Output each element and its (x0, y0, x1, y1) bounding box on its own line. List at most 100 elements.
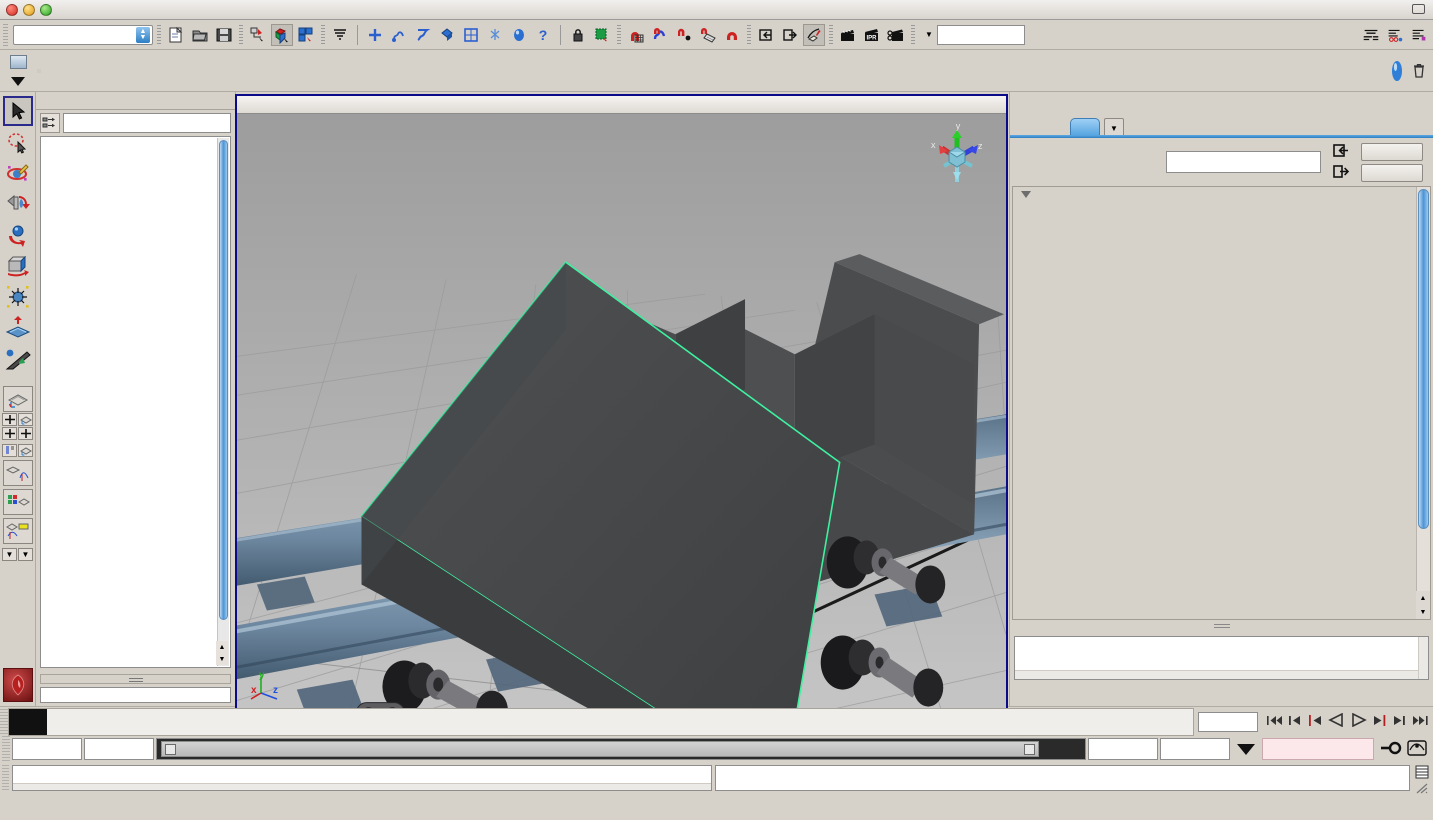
step-forward-frame-icon[interactable] (1372, 714, 1387, 730)
notes-horizontal-scrollbar[interactable] (1015, 670, 1418, 679)
layout-two-pane-side-button[interactable] (18, 427, 33, 440)
outliner-scroll-thumb[interactable] (219, 140, 228, 620)
range-bar[interactable] (156, 738, 1086, 760)
input-connection-icon[interactable] (1333, 143, 1349, 160)
statusline-grip[interactable] (3, 23, 8, 46)
command-output-field[interactable] (715, 765, 1410, 791)
construction-history-input-icon[interactable] (755, 24, 777, 46)
maya-paint-effects-logo[interactable] (2, 668, 33, 702)
universal-manipulator-tool[interactable] (3, 282, 33, 312)
mask-deformations-icon[interactable] (436, 24, 458, 46)
quick-selection-field[interactable] (936, 24, 1025, 45)
play-backwards-icon[interactable] (1328, 712, 1345, 730)
shelf-tab-icon[interactable] (9, 55, 27, 70)
view-axis-gizmo[interactable]: y x z (922, 118, 992, 190)
shelf-tab-controls[interactable] (3, 52, 33, 90)
construction-history-toggle-icon[interactable] (803, 23, 825, 46)
help-line-icon[interactable] (1415, 765, 1429, 782)
lasso-tool[interactable] (3, 127, 33, 157)
layout-single-perspective-button[interactable] (2, 386, 33, 412)
step-forward-key-icon[interactable] (1392, 714, 1407, 730)
outliner-scroll-arrows[interactable]: ▲ ▼ (216, 641, 228, 665)
last-tool-used[interactable] (3, 344, 33, 374)
toolbar-grip-3[interactable] (321, 24, 325, 45)
attribute-notes-splitter[interactable] (1010, 620, 1433, 629)
soft-modification-tool[interactable] (3, 313, 33, 343)
minimize-window-button[interactable] (23, 3, 35, 16)
outliner-splitter-handle[interactable] (40, 673, 231, 684)
range-start-field[interactable] (12, 738, 82, 760)
layout-persp-graph-button[interactable] (2, 460, 33, 486)
layout-preset-menu-right[interactable]: ▼ (18, 548, 33, 561)
selection-mask-dropdown[interactable]: ▼ (923, 30, 933, 39)
anim-start-field[interactable] (84, 738, 154, 760)
layout-two-pane-stacked-button[interactable] (2, 427, 17, 440)
go-to-end-icon[interactable] (1412, 714, 1429, 730)
outliner-filter-icon[interactable] (40, 113, 60, 133)
render-current-frame-icon[interactable] (837, 24, 859, 46)
delete-icon[interactable] (1408, 54, 1430, 88)
range-bar-handle[interactable] (161, 741, 1039, 757)
select-by-object-icon[interactable] (271, 23, 293, 46)
layout-preset-menu-left[interactable]: ▼ (2, 548, 17, 561)
notes-vertical-scrollbar[interactable] (1418, 637, 1428, 679)
toolbar-grip-1[interactable] (157, 24, 161, 45)
mask-rendering-icon[interactable] (484, 24, 506, 46)
select-by-component-icon[interactable] (295, 24, 317, 46)
lock-selection-icon[interactable] (567, 24, 589, 46)
shelf-menu-icon[interactable] (11, 76, 25, 86)
toolbar-grip-5[interactable] (747, 24, 751, 45)
mask-handles-icon[interactable] (364, 24, 386, 46)
layout-persp-view-button[interactable] (18, 444, 33, 457)
open-scene-icon[interactable] (189, 24, 211, 46)
outliner-scrollbar[interactable]: ▲ ▼ (216, 138, 229, 666)
move-tool[interactable] (3, 189, 33, 219)
command-input-scrollbar[interactable] (13, 783, 711, 790)
selection-mask-menu-icon[interactable] (329, 24, 351, 46)
mask-dynamics-icon[interactable] (460, 24, 482, 46)
attribute-scroll-arrows[interactable]: ▲ ▼ (1416, 591, 1430, 619)
select-by-hierarchy-icon[interactable] (247, 24, 269, 46)
highlight-selection-icon[interactable] (591, 24, 613, 46)
range-end-field[interactable] (1160, 738, 1230, 760)
select-tool[interactable] (2, 96, 33, 126)
paint-effects-brush-preview[interactable] (1386, 54, 1408, 88)
focus-button[interactable] (1361, 142, 1423, 161)
snap-to-view-planes-icon[interactable] (697, 24, 719, 46)
toolbar-grip-6[interactable] (829, 24, 833, 45)
layout-persp-outliner-button[interactable] (18, 413, 33, 426)
character-set-field[interactable] (1262, 738, 1374, 760)
attribute-editor-scrollbar[interactable]: ▲ ▼ (1416, 187, 1430, 619)
time-slider-track[interactable] (8, 707, 1194, 736)
construction-history-output-icon[interactable] (779, 24, 801, 46)
ipr-render-icon[interactable]: IPR (861, 24, 883, 46)
play-forwards-icon[interactable] (1350, 712, 1367, 730)
go-to-start-icon[interactable] (1266, 714, 1283, 730)
snap-to-magnet-icon[interactable] (721, 24, 743, 46)
close-window-button[interactable] (6, 3, 18, 16)
layout-outliner-persp-button[interactable] (2, 444, 17, 457)
node-name-input[interactable] (1166, 151, 1321, 173)
current-time-indicator[interactable] (9, 708, 47, 735)
attribute-scroll-thumb[interactable] (1418, 189, 1429, 529)
snap-to-grids-icon[interactable] (625, 24, 647, 46)
section-header[interactable] (1013, 191, 1430, 198)
auto-keyframe-icon[interactable] (1380, 741, 1402, 758)
snap-to-points-icon[interactable] (673, 24, 695, 46)
new-scene-icon[interactable] (165, 24, 187, 46)
mask-misc-icon[interactable] (508, 24, 530, 46)
mask-curves-icon[interactable] (388, 24, 410, 46)
outliner-list[interactable]: ▲ ▼ (40, 136, 231, 668)
time-slider-grip[interactable] (0, 708, 8, 735)
current-frame-field[interactable] (1198, 711, 1258, 732)
rotate-tool[interactable] (3, 220, 33, 250)
mask-surfaces-icon[interactable] (412, 24, 434, 46)
layout-four-view-button[interactable] (2, 413, 17, 426)
save-scene-icon[interactable] (213, 24, 235, 46)
toolbar-grip-2[interactable] (239, 24, 243, 45)
snap-to-curves-icon[interactable] (649, 24, 671, 46)
range-slider-grip[interactable] (2, 736, 10, 762)
paint-selection-tool[interactable] (3, 158, 33, 188)
presets-button[interactable] (1361, 163, 1423, 182)
toolbar-grip-7[interactable] (911, 24, 915, 45)
